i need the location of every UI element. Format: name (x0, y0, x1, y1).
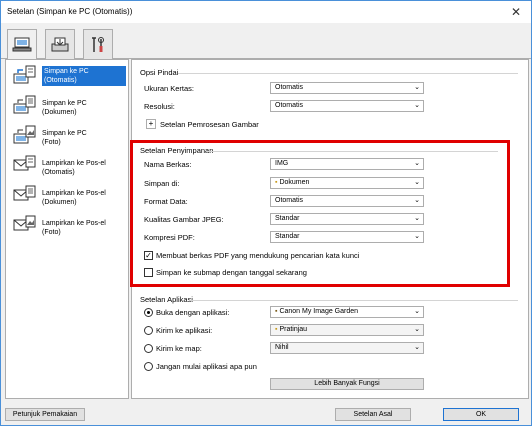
paper-size-label: Ukuran Kertas: (144, 84, 195, 93)
folder-icon: ▪ (275, 179, 278, 186)
chevron-down-icon: ⌄ (414, 102, 420, 109)
open-with-label: Buka dengan aplikasi: (156, 308, 230, 317)
tab-general-settings[interactable] (83, 29, 113, 59)
chevron-down-icon: ⌄ (414, 326, 420, 333)
sidebar-item-sublabel: (Foto) (42, 139, 61, 146)
subfolder-label: Simpan ke submap dengan tanggal sekarang (156, 268, 307, 277)
sidebar-item-label: Lampirkan ke Pos-el (42, 220, 106, 227)
window-title: Setelan (Simpan ke PC (Otomatis)) (7, 7, 133, 16)
group-divider (190, 300, 518, 301)
instructions-button[interactable]: Petunjuk Pemakaian (5, 408, 85, 421)
keyword-pdf-label: Membuat berkas PDF yang mendukung pencar… (156, 251, 360, 260)
title-bar: Setelan (Simpan ke PC (Otomatis)) ✕ (1, 1, 531, 23)
chevron-down-icon: ⌄ (414, 215, 420, 222)
send-to-folder-label: Kirim ke map: (156, 344, 202, 353)
settings-panel: Opsi Pindai Ukuran Kertas: Otomatis ⌄ Re… (130, 59, 529, 399)
jpeg-quality-label: Kualitas Gambar JPEG: (144, 215, 224, 224)
attach-to-email-auto-icon (8, 153, 42, 177)
save-in-select[interactable]: ▪ Dokumen ⌄ (270, 177, 424, 189)
chevron-down-icon: ⌄ (414, 308, 420, 315)
sidebar-item-attach-to-email-photo[interactable]: Lampirkan ke Pos-el (Foto) (8, 213, 128, 240)
pdf-compression-select[interactable]: Standar ⌄ (270, 231, 424, 243)
send-to-app-select[interactable]: ▪ Pratinjau ⌄ (270, 324, 424, 336)
data-format-label: Format Data: (144, 197, 188, 206)
subfolder-checkbox[interactable] (144, 268, 153, 277)
sidebar-item-label: Lampirkan ke Pos-el (42, 160, 106, 167)
save-in-label: Simpan di: (144, 179, 180, 188)
settings-window: Setelan (Simpan ke PC (Otomatis)) ✕ Simp… (0, 0, 532, 426)
send-to-app-radio[interactable] (144, 326, 153, 335)
sidebar-item-label: Lampirkan ke Pos-el (42, 190, 106, 197)
do-not-start-radio[interactable] (144, 362, 153, 371)
tab-bar (1, 23, 531, 60)
sidebar-item-label: Simpan ke PC (42, 130, 87, 137)
save-to-pc-document-icon (8, 93, 42, 117)
sidebar-item-save-to-pc-photo[interactable]: Simpan ke PC (Foto) (8, 123, 128, 150)
pdf-compression-label: Kompresi PDF: (144, 233, 195, 242)
attach-to-email-photo-icon (8, 213, 42, 237)
chevron-down-icon: ⌄ (414, 160, 420, 167)
send-to-app-label: Kirim ke aplikasi: (156, 326, 213, 335)
sidebar-item-sublabel: (Otomatis) (42, 169, 75, 176)
file-name-combo[interactable]: IMG ⌄ (270, 158, 424, 170)
save-settings-title: Setelan Penyimpanan (140, 146, 214, 155)
tab-scan-from-operation-panel[interactable] (45, 29, 75, 59)
attach-to-email-document-icon (8, 183, 42, 207)
image-processing-settings-link[interactable]: Setelan Pemrosesan Gambar (160, 120, 259, 129)
chevron-down-icon: ⌄ (414, 344, 420, 351)
expand-icon[interactable]: + (146, 119, 156, 129)
open-with-select[interactable]: ▪ Canon My Image Garden ⌄ (270, 306, 424, 318)
scan-mode-sidebar: Simpan ke PC (Otomatis) Simpan ke PC (Doku… (5, 59, 129, 399)
do-not-start-label: Jangan mulai aplikasi apa pun (156, 362, 257, 371)
jpeg-quality-select[interactable]: Standar ⌄ (270, 213, 424, 225)
keyword-pdf-checkbox[interactable]: ✓ (144, 251, 153, 260)
sidebar-item-save-to-pc-document[interactable]: Simpan ke PC (Dokumen) (8, 93, 128, 120)
sidebar-item-attach-to-email-auto[interactable]: Lampirkan ke Pos-el (Otomatis) (8, 153, 128, 180)
send-to-folder-select[interactable]: Nihil ⌄ (270, 342, 424, 354)
ok-button[interactable]: OK (443, 408, 519, 421)
sidebar-item-sublabel: (Otomatis) (44, 77, 77, 84)
chevron-down-icon: ⌄ (414, 233, 420, 240)
tab-scan-from-computer[interactable] (7, 29, 37, 60)
sidebar-item-label: Simpan ke PC (44, 68, 89, 75)
close-icon[interactable]: ✕ (509, 5, 523, 19)
scan-from-computer-icon (12, 37, 32, 52)
data-format-select[interactable]: Otomatis ⌄ (270, 195, 424, 207)
sidebar-item-save-to-pc-auto[interactable]: Simpan ke PC (Otomatis) (8, 63, 128, 90)
chevron-down-icon: ⌄ (414, 179, 420, 186)
save-to-pc-auto-icon (8, 63, 42, 87)
scan-from-operation-panel-icon (51, 37, 69, 51)
app-icon: ▪ (275, 326, 278, 333)
sidebar-item-sublabel: (Dokumen) (42, 109, 77, 116)
save-to-pc-photo-icon (8, 123, 42, 147)
group-divider (208, 151, 498, 152)
send-to-folder-radio[interactable] (144, 344, 153, 353)
sidebar-item-label: Simpan ke PC (42, 100, 87, 107)
resolution-select[interactable]: Otomatis ⌄ (270, 100, 424, 112)
app-icon: ▪ (275, 308, 278, 315)
sidebar-item-sublabel: (Dokumen) (42, 199, 77, 206)
general-settings-icon (92, 36, 104, 52)
more-functions-button[interactable]: Lebih Banyak Fungsi (270, 378, 424, 390)
sidebar-item-sublabel: (Foto) (42, 229, 61, 236)
chevron-down-icon: ⌄ (414, 197, 420, 204)
defaults-button[interactable]: Setelan Asal (335, 408, 411, 421)
file-name-label: Nama Berkas: (144, 160, 192, 169)
app-settings-title: Setelan Aplikasi (140, 295, 193, 304)
scan-options-title: Opsi Pindai (140, 68, 179, 77)
resolution-label: Resolusi: (144, 102, 175, 111)
open-with-radio[interactable] (144, 308, 153, 317)
chevron-down-icon: ⌄ (414, 84, 420, 91)
paper-size-select[interactable]: Otomatis ⌄ (270, 82, 424, 94)
sidebar-item-attach-to-email-document[interactable]: Lampirkan ke Pos-el (Dokumen) (8, 183, 128, 210)
group-divider (178, 73, 518, 74)
